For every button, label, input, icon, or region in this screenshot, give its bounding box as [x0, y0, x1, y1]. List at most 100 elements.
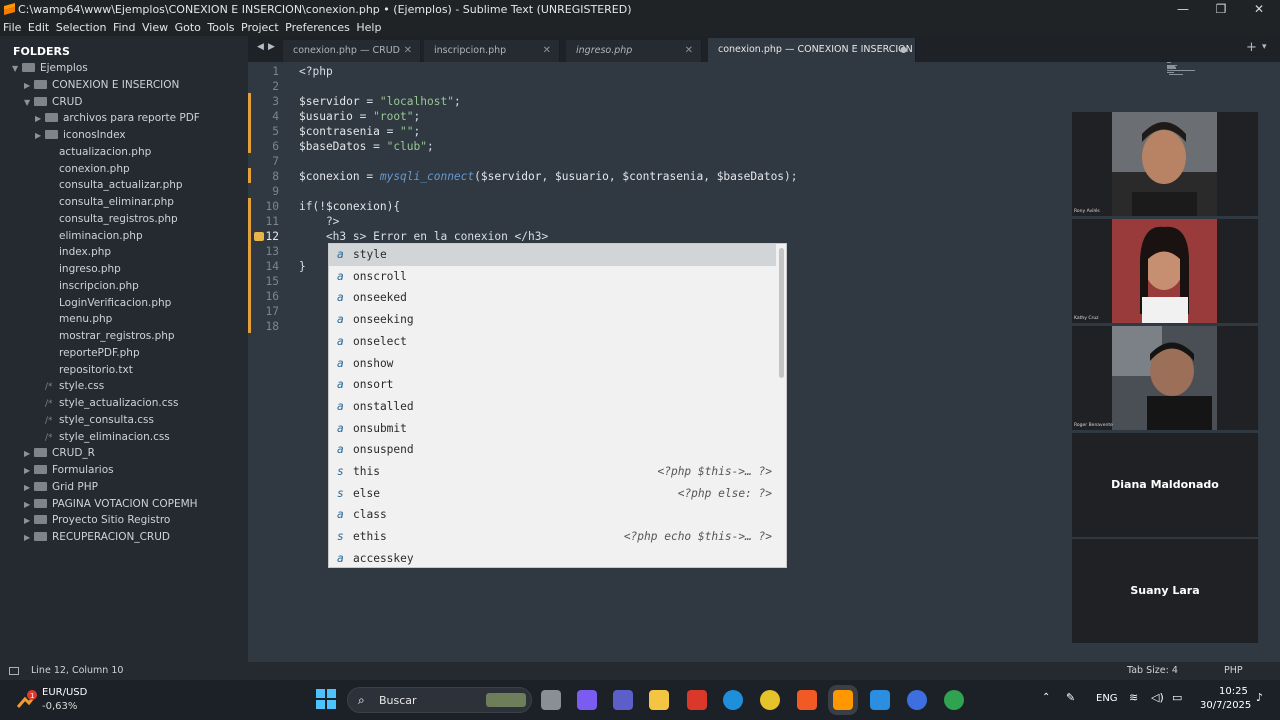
sidebar-item[interactable]: ▶ Proyecto Sitio Registro	[24, 512, 170, 529]
modified-dot-icon[interactable]: ●	[900, 38, 907, 62]
notification-bell-icon[interactable]: ♪	[1256, 691, 1263, 704]
autocomplete-item[interactable]: s this <?php $this->… ?>	[329, 461, 776, 483]
sidebar-item[interactable]: ▶ Grid PHP	[24, 479, 98, 496]
tab-conexion-insercion[interactable]: conexion.php — CONEXION E INSERCION ●	[708, 38, 916, 62]
code-line[interactable]: 8 $conexion = mysqli_connect($servidor, $…	[248, 169, 1148, 184]
menu-help[interactable]: Help	[353, 19, 381, 36]
code-line[interactable]: 1 <?php	[248, 64, 1148, 79]
tray-expand-icon[interactable]: ⌃	[1042, 692, 1050, 703]
chevron-right-icon[interactable]: ▶	[24, 462, 34, 479]
autocomplete-item[interactable]: a onscroll	[329, 266, 776, 288]
autocomplete-item[interactable]: s else <?php else: ?>	[329, 483, 776, 505]
pen-tray-icon[interactable]: ✎	[1066, 691, 1075, 704]
language-indicator[interactable]: ENG	[1096, 693, 1118, 704]
autocomplete-item[interactable]: a onseeking	[329, 309, 776, 331]
chevron-right-icon[interactable]: ▶	[24, 512, 34, 529]
autocomplete-item[interactable]: a onstalled	[329, 396, 776, 418]
close-icon[interactable]: ✕	[685, 40, 693, 62]
chevron-down-icon[interactable]: ▼	[24, 94, 34, 111]
sidebar-item[interactable]: ▼ CRUD	[24, 94, 82, 111]
sidebar-item[interactable]: ▶ Formularios	[24, 462, 114, 479]
chrome-icon[interactable]	[760, 690, 780, 710]
minimize-button[interactable]: —	[1164, 0, 1202, 19]
menu-project[interactable]: Project	[238, 19, 279, 36]
tab-conexion-crud[interactable]: conexion.php — CRUD ✕	[283, 40, 421, 62]
tab-inscripcion[interactable]: inscripcion.php ✕	[424, 40, 560, 62]
syntax-mode[interactable]: PHP	[1224, 662, 1243, 680]
sidebar-item[interactable]: repositorio.txt	[35, 362, 133, 379]
autocomplete-item[interactable]: a onselect	[329, 331, 776, 353]
sidebar-item[interactable]: ▶ iconosIndex	[35, 127, 126, 144]
wifi-icon[interactable]: ≋	[1129, 691, 1138, 704]
sidebar-item[interactable]: mostrar_registros.php	[35, 328, 175, 345]
copilot-icon[interactable]	[577, 690, 597, 710]
menu-view[interactable]: View	[139, 19, 168, 36]
chevron-right-icon[interactable]: ▶	[35, 127, 45, 144]
sidebar-item[interactable]: ▼ Ejemplos	[12, 60, 88, 77]
sidebar-item[interactable]: reportePDF.php	[35, 345, 140, 362]
chevron-right-icon[interactable]: ▶	[35, 110, 45, 127]
sidebar-item[interactable]: index.php	[35, 244, 111, 261]
autocomplete-item[interactable]: a class	[329, 504, 776, 526]
sidebar-item[interactable]: consulta_eliminar.php	[35, 194, 174, 211]
sidebar-item[interactable]: ▶ CONEXION E INSERCION	[24, 77, 179, 94]
pdf-reader-icon[interactable]	[687, 690, 707, 710]
autocomplete-scrollbar[interactable]	[779, 248, 784, 378]
close-icon[interactable]: ✕	[404, 40, 412, 62]
video-tile[interactable]: Kathy Cruz	[1072, 219, 1258, 323]
sidebar-item[interactable]: consulta_registros.php	[35, 211, 178, 228]
menu-file[interactable]: File	[0, 19, 21, 36]
windows-start-icon[interactable]	[316, 689, 336, 709]
code-line[interactable]: 11 ?>	[248, 214, 1148, 229]
autocomplete-popup[interactable]: a style a onscroll a onseeked a onseeking a onsel…	[328, 243, 787, 568]
autocomplete-item[interactable]: a accesskey	[329, 548, 776, 570]
code-line[interactable]: 9	[248, 184, 1148, 199]
video-tile[interactable]: Roger Benavente	[1072, 326, 1258, 430]
code-line[interactable]: 4 $usuario = "root";	[248, 109, 1148, 124]
autocomplete-item[interactable]: a onsort	[329, 374, 776, 396]
sublime-taskbar-icon[interactable]	[833, 690, 853, 710]
menu-goto[interactable]: Goto	[172, 19, 201, 36]
chevron-right-icon[interactable]: ▶	[24, 496, 34, 513]
chevron-right-icon[interactable]: ▶	[24, 529, 34, 546]
code-line[interactable]: 3 $servidor = "localhost";	[248, 94, 1148, 109]
chevron-right-icon[interactable]: ▶	[24, 479, 34, 496]
autocomplete-item[interactable]: a onsuspend	[329, 439, 776, 461]
menu-find[interactable]: Find	[110, 19, 136, 36]
menu-selection[interactable]: Selection	[53, 19, 107, 36]
tab-next-icon[interactable]: ▶	[268, 42, 275, 52]
taskbar-search[interactable]: ⌕ Buscar	[347, 687, 532, 713]
clock-time[interactable]: 10:25	[1219, 686, 1248, 697]
sidebar-item[interactable]: inscripcion.php	[35, 278, 139, 295]
sidebar-item[interactable]: actualizacion.php	[35, 144, 151, 161]
tab-size[interactable]: Tab Size: 4	[1127, 662, 1178, 680]
autocomplete-item[interactable]: s ethis <?php echo $this->… ?>	[329, 526, 776, 548]
code-line[interactable]: 2	[248, 79, 1148, 94]
menu-preferences[interactable]: Preferences	[282, 19, 350, 36]
chevron-right-icon[interactable]: ▶	[24, 445, 34, 462]
code-line[interactable]: 12 <h3 s> Error en la conexion </h3>	[248, 229, 1148, 244]
file-explorer-icon[interactable]	[649, 690, 669, 710]
sidebar-item[interactable]: consulta_actualizar.php	[35, 177, 183, 194]
maximize-button[interactable]: ❐	[1202, 0, 1240, 19]
tab-ingreso[interactable]: ingreso.php ✕	[566, 40, 702, 62]
video-tile[interactable]: Diana Maldonado	[1072, 433, 1258, 537]
sidebar-item[interactable]: ▶ CRUD_R	[24, 445, 95, 462]
minimap[interactable]	[1167, 62, 1197, 82]
task-view-icon[interactable]	[541, 690, 561, 710]
sidebar-item[interactable]: menu.php	[35, 311, 112, 328]
edge-icon[interactable]	[723, 690, 743, 710]
autocomplete-item[interactable]: a onseeked	[329, 287, 776, 309]
sidebar-item[interactable]: LoginVerificacion.php	[35, 295, 171, 312]
video-tile[interactable]: Suany Lara	[1072, 539, 1258, 643]
sidebar-item[interactable]: ingreso.php	[35, 261, 121, 278]
brave-icon[interactable]	[797, 690, 817, 710]
chevron-right-icon[interactable]: ▶	[24, 77, 34, 94]
chrome-profile-icon[interactable]	[944, 690, 964, 710]
menu-edit[interactable]: Edit	[25, 19, 49, 36]
autocomplete-item[interactable]: a onsubmit	[329, 418, 776, 440]
clock-date[interactable]: 30/7/2025	[1200, 700, 1251, 711]
sidebar-item[interactable]: /* style_consulta.css	[35, 412, 154, 429]
sidebar-item[interactable]: ▶ archivos para reporte PDF	[35, 110, 200, 127]
volume-icon[interactable]: ◁)	[1151, 691, 1164, 704]
